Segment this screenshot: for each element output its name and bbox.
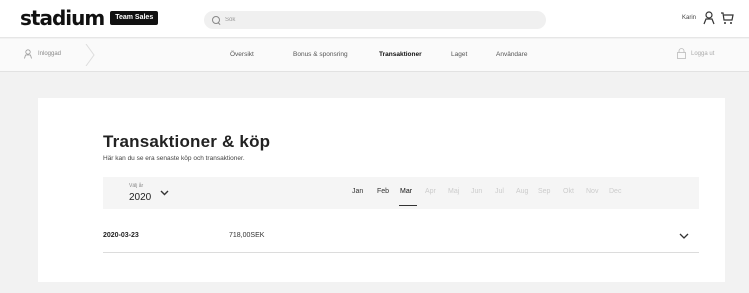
search-input[interactable] (225, 17, 525, 23)
month-tab-okt[interactable]: Okt (563, 188, 574, 195)
search-icon (212, 15, 221, 25)
transaction-amount: 718,00SEK (229, 232, 265, 239)
cart-icon[interactable] (720, 11, 734, 25)
nav-link-anvandare[interactable]: Användare (496, 51, 527, 58)
transaction-date: 2020-03-23 (103, 232, 139, 239)
month-tab-maj[interactable]: Maj (448, 188, 459, 195)
stadium-logo[interactable]: stadium Team Sales (20, 6, 159, 30)
month-tab-apr[interactable]: Apr (425, 188, 436, 195)
month-tab-jun[interactable]: Jun (471, 188, 482, 195)
month-tab-nov[interactable]: Nov (586, 188, 598, 195)
sub-navigation: Inloggad Översikt Bonus & sponsring Tran… (0, 39, 749, 72)
nav-link-bonus-sponsring[interactable]: Bonus & sponsring (293, 51, 348, 58)
month-tab-feb[interactable]: Feb (377, 188, 389, 195)
user-icon[interactable] (703, 11, 715, 25)
logout-label: Logga ut (691, 50, 715, 57)
lock-icon (677, 48, 686, 59)
month-tab-jan[interactable]: Jan (352, 188, 363, 195)
nav-link-oversikt[interactable]: Översikt (230, 51, 254, 58)
month-tab-dec[interactable]: Dec (609, 188, 621, 195)
logout-button[interactable]: Logga ut (677, 48, 714, 59)
page-subtitle: Här kan du se era senaste köp och transa… (103, 155, 245, 162)
chevron-down-icon[interactable] (679, 233, 689, 239)
year-value: 2020 (129, 192, 152, 203)
page-title: Transaktioner & köp (103, 132, 271, 151)
month-tab-sep[interactable]: Sep (538, 188, 550, 195)
month-tab-jul[interactable]: Jul (495, 188, 504, 195)
selected-month-indicator (399, 205, 417, 206)
transaction-row[interactable]: 2020-03-23 718,00SEK (103, 219, 699, 253)
year-label: Välj år (129, 183, 144, 189)
month-tab-aug[interactable]: Aug (516, 188, 528, 195)
section-nav: Översikt Bonus & sponsring Transaktioner… (0, 51, 749, 63)
team-sales-badge: Team Sales (110, 11, 159, 25)
nav-link-transaktioner[interactable]: Transaktioner (379, 51, 422, 58)
year-dropdown[interactable]: Välj år 2020 (117, 180, 175, 206)
user-name[interactable]: Karin (682, 15, 696, 21)
search-bar[interactable] (204, 11, 546, 29)
month-tab-mar[interactable]: Mar (400, 188, 412, 195)
chevron-down-icon (160, 190, 169, 196)
filter-bar: Välj år 2020 Jan Feb Mar Apr Maj Jun Jul Aug Sep… (103, 177, 699, 209)
logo-wordmark: stadium (20, 6, 105, 30)
nav-link-laget[interactable]: Laget (451, 51, 467, 58)
top-header: stadium Team Sales Karin (0, 0, 749, 38)
transactions-card: Transaktioner & köp Här kan du se era se… (38, 98, 725, 282)
